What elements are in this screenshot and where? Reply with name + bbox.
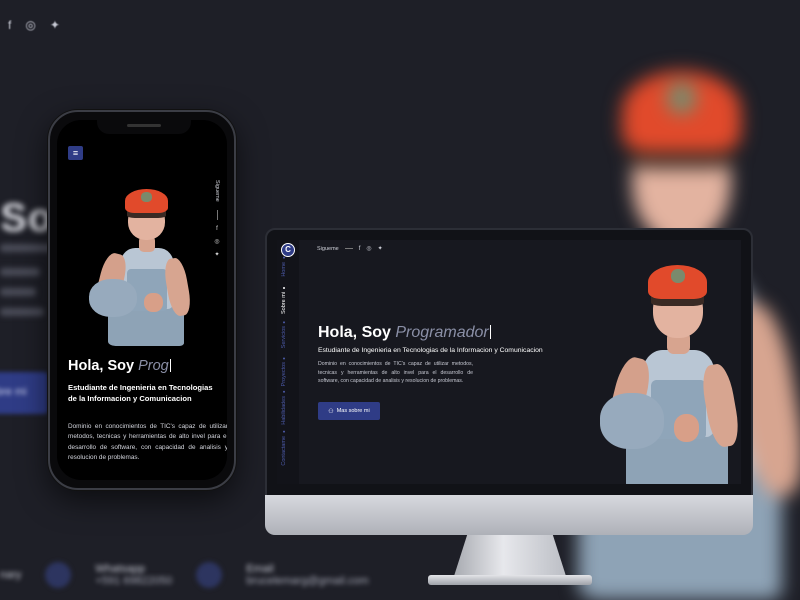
- bg-contact-label: nary: [0, 569, 22, 581]
- monitor-base: [428, 575, 592, 585]
- whatsapp-icon: [45, 562, 72, 588]
- bg-contact-item: nary: [0, 569, 21, 581]
- bg-contact-label: Whatsapp: [95, 563, 145, 575]
- facebook-icon[interactable]: f: [216, 226, 218, 232]
- instagram-icon: ◎: [25, 18, 36, 32]
- desktop-description: Dominio en conocimientos de TIC's capaz …: [318, 361, 473, 385]
- side-nav: C Home Sobre mi Servicios Proyectos Habi…: [277, 240, 299, 484]
- phone-mockup: ≡ Sigueme f ◎ ✦ Hola, Soy Prog Estudiant…: [48, 110, 236, 490]
- instagram-icon[interactable]: ◎: [214, 238, 219, 245]
- twitter-icon: ✦: [49, 18, 60, 32]
- typing-caret: [489, 325, 492, 339]
- facebook-icon: f: [8, 18, 12, 32]
- bg-title-prefix: . So: [0, 196, 54, 240]
- nav-item-contactame[interactable]: Contactame: [281, 436, 287, 466]
- nav-item-home[interactable]: Home: [281, 262, 287, 277]
- user-icon: ⚇: [328, 408, 334, 415]
- desktop-monitor: C Home Sobre mi Servicios Proyectos Habi…: [265, 228, 753, 508]
- phone-screen: ≡ Sigueme f ◎ ✦ Hola, Soy Prog Estudiant…: [57, 120, 227, 480]
- phone-social-bar: Sigueme f ◎ ✦: [211, 180, 223, 258]
- desktop-social-label: Sigueme: [317, 245, 339, 252]
- menu-icon[interactable]: ≡: [68, 146, 83, 160]
- phone-title-prefix: Hola, Soy: [68, 358, 139, 374]
- desktop-title-typed: Programador: [395, 324, 489, 341]
- desktop-subtitle: Estudiante de Ingenieria en Tecnologias …: [318, 347, 543, 354]
- bg-contact-value: +591 69822050: [95, 575, 173, 587]
- nav-item-sobre-mi[interactable]: Sobre mi: [281, 292, 287, 314]
- phone-title-typed: Prog: [138, 358, 169, 374]
- facebook-icon[interactable]: f: [359, 246, 361, 252]
- bg-more-button: bre mi: [0, 372, 48, 414]
- phone-hero-title: Hola, Soy Prog: [68, 358, 172, 374]
- nav-item-proyectos[interactable]: Proyectos: [281, 362, 287, 386]
- desktop-social-bar: Sigueme f ◎ ✦: [317, 245, 383, 253]
- divider: [216, 209, 218, 220]
- phone-profile-photo: [87, 186, 205, 346]
- logo-icon[interactable]: C: [281, 243, 295, 257]
- nav-item-habilidades[interactable]: Habilidades: [281, 396, 287, 425]
- phone-social-label: Sigueme: [214, 180, 220, 202]
- twitter-icon[interactable]: ✦: [214, 251, 219, 258]
- bg-contact-item: Email brucelemarg@gmail.com: [246, 563, 368, 587]
- divider: [344, 248, 353, 249]
- more-about-me-button[interactable]: ⚇ Mas sobre mi: [318, 402, 380, 420]
- bg-contact-item: Whatsapp +591 69822050: [95, 563, 172, 587]
- email-icon: [196, 562, 223, 588]
- desktop-screen: C Home Sobre mi Servicios Proyectos Habi…: [277, 240, 741, 484]
- desktop-title-prefix: Hola, Soy: [318, 324, 396, 341]
- bg-contact-row: nary Whatsapp +591 69822050 Email brucelem…: [0, 562, 369, 588]
- desktop-profile-photo: [597, 260, 741, 484]
- more-about-me-label: Mas sobre mi: [336, 408, 370, 414]
- bg-social-icons: f ◎ ✦: [8, 18, 60, 32]
- desktop-hero-title: Hola, Soy Programador: [318, 324, 492, 342]
- typing-caret: [169, 359, 172, 372]
- phone-description: Dominio en conocimientos de TIC's capaz …: [68, 423, 227, 461]
- twitter-icon[interactable]: ✦: [378, 245, 383, 252]
- instagram-icon[interactable]: ◎: [366, 245, 371, 252]
- bg-contact-value: brucelemarg@gmail.com: [246, 575, 369, 587]
- monitor-chin: [265, 495, 753, 535]
- nav-item-servicios[interactable]: Servicios: [281, 326, 287, 348]
- bg-contact-label: Email: [246, 563, 274, 575]
- bg-button-label: bre mi: [0, 386, 27, 398]
- phone-subtitle: Estudiante de Ingenieria en Tecnologias …: [68, 383, 213, 404]
- phone-notch: [97, 120, 191, 134]
